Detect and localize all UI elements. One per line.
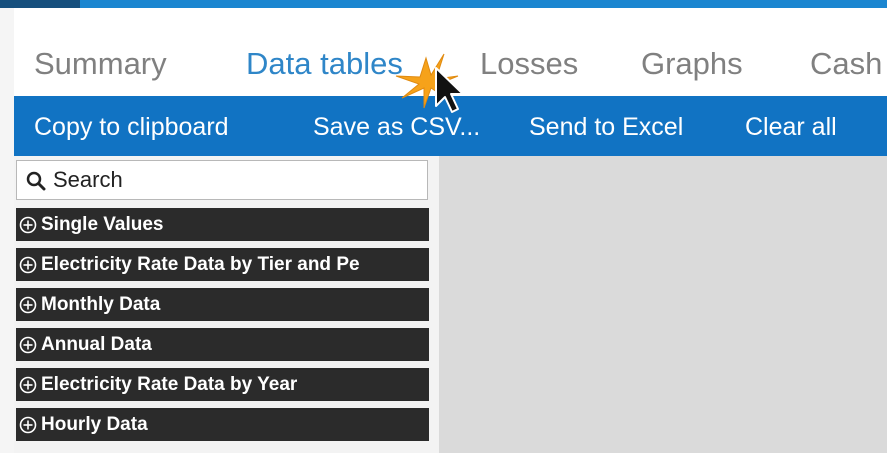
send-to-excel-button[interactable]: Send to Excel <box>529 111 683 143</box>
clear-all-button[interactable]: Clear all <box>745 111 837 143</box>
group-label: Single Values <box>41 214 164 235</box>
copy-to-clipboard-button[interactable]: Copy to clipboard <box>34 111 229 143</box>
tab-summary[interactable]: Summary <box>34 44 167 84</box>
search-box[interactable] <box>16 160 428 200</box>
group-single-values[interactable]: Single Values <box>16 208 429 241</box>
tab-graphs[interactable]: Graphs <box>641 44 743 84</box>
variable-tree-panel: Single Values Electricity Rate Data by T… <box>14 156 439 453</box>
group-monthly-data[interactable]: Monthly Data <box>16 288 429 321</box>
group-electricity-rate-tier-period[interactable]: Electricity Rate Data by Tier and Pe <box>16 248 429 281</box>
top-accent-strip <box>0 0 887 8</box>
search-input[interactable] <box>53 166 413 194</box>
tab-data-tables[interactable]: Data tables <box>246 44 403 84</box>
mouse-pointer-icon <box>395 53 464 113</box>
expand-icon[interactable] <box>19 216 37 234</box>
group-label: Monthly Data <box>41 294 161 315</box>
data-table-area <box>439 156 887 453</box>
tab-cash[interactable]: Cash <box>810 44 882 84</box>
group-hourly-data[interactable]: Hourly Data <box>16 408 429 441</box>
top-accent-corner <box>0 0 80 8</box>
group-label: Annual Data <box>41 334 152 355</box>
group-label: Electricity Rate Data by Year <box>41 374 298 395</box>
tab-losses[interactable]: Losses <box>480 44 578 84</box>
expand-icon[interactable] <box>19 336 37 354</box>
group-electricity-rate-year[interactable]: Electricity Rate Data by Year <box>16 368 429 401</box>
expand-icon[interactable] <box>19 376 37 394</box>
group-annual-data[interactable]: Annual Data <box>16 328 429 361</box>
expand-icon[interactable] <box>19 296 37 314</box>
group-label: Hourly Data <box>41 414 148 435</box>
expand-icon[interactable] <box>19 416 37 434</box>
search-icon <box>26 171 46 191</box>
group-label: Electricity Rate Data by Tier and Pe <box>41 254 360 275</box>
expand-icon[interactable] <box>19 256 37 274</box>
